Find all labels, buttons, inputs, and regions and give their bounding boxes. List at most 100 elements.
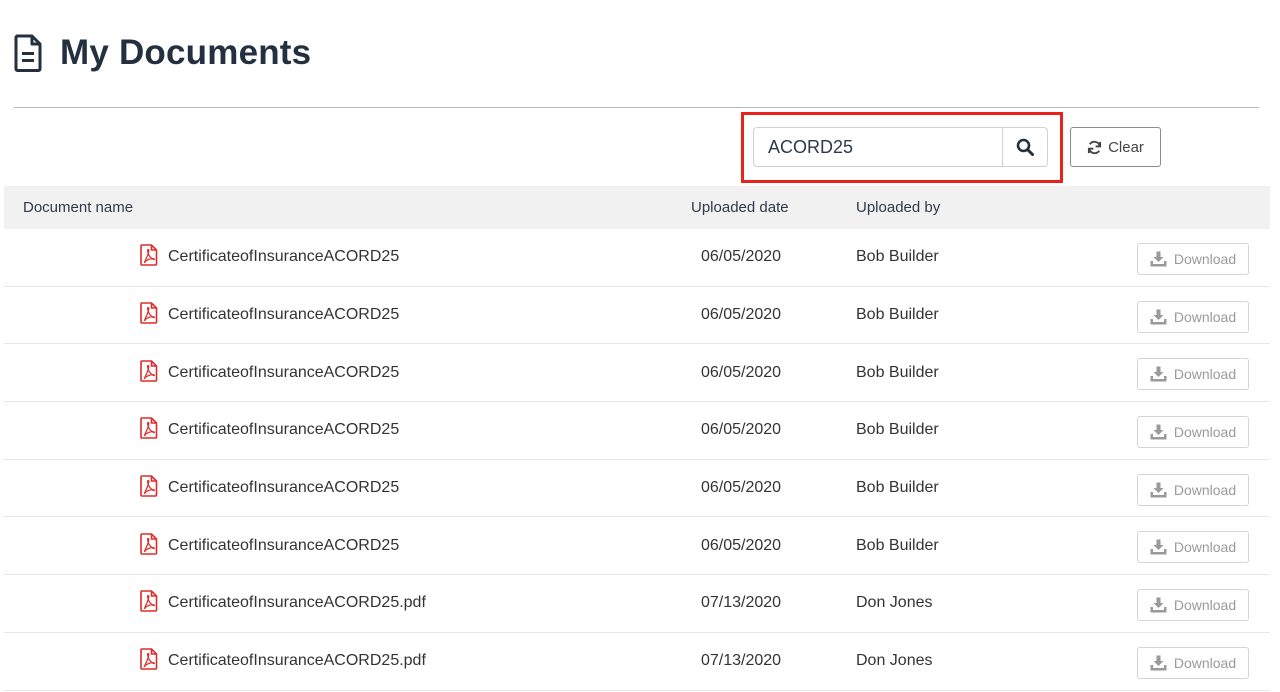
document-name-cell[interactable]: CertificateofInsuranceACORD25 [140, 460, 399, 517]
uploaded-by: Bob Builder [856, 363, 939, 381]
download-button[interactable]: Download [1137, 300, 1249, 333]
page-title: My Documents [60, 33, 312, 72]
uploaded-by: Bob Builder [856, 306, 939, 324]
download-button[interactable]: Download [1137, 589, 1249, 622]
download-icon [1150, 539, 1167, 555]
documents-table: Document name Uploaded date Uploaded by … [4, 186, 1270, 691]
document-name: CertificateofInsuranceACORD25 [168, 479, 400, 497]
uploaded-date: 06/05/2020 [701, 306, 782, 324]
document-name-cell[interactable]: CertificateofInsuranceACORD25 [140, 344, 399, 401]
clear-button-label: Clear [1108, 138, 1144, 156]
download-button-label: Download [1173, 539, 1237, 556]
document-name: CertificateofInsuranceACORD25 [168, 536, 400, 554]
document-name: CertificateofInsuranceACORD25.pdf [168, 594, 426, 612]
uploaded-by: Bob Builder [856, 248, 939, 266]
download-icon [1150, 655, 1167, 671]
uploaded-date-cell: 07/13/2020 [701, 633, 781, 690]
uploaded-by-cell: Bob Builder [856, 229, 939, 286]
document-name-cell[interactable]: CertificateofInsuranceACORD25 [140, 229, 399, 286]
header-divider [14, 107, 1259, 108]
download-button[interactable]: Download [1137, 416, 1249, 449]
table-row: CertificateofInsuranceACORD25.pdf 07/13/… [4, 633, 1270, 691]
table-row: CertificateofInsuranceACORD25 06/05/2020… [4, 460, 1270, 518]
document-name: CertificateofInsuranceACORD25 [168, 248, 400, 266]
pdf-file-icon [140, 417, 158, 440]
download-icon [1150, 482, 1167, 498]
table-row: CertificateofInsuranceACORD25 06/05/2020… [4, 402, 1270, 460]
refresh-icon [1088, 140, 1102, 154]
download-button-label: Download [1173, 654, 1237, 671]
search-input[interactable] [754, 128, 1002, 166]
search-bar [753, 127, 1048, 167]
pdf-file-icon [140, 648, 158, 670]
uploaded-date: 06/05/2020 [701, 536, 782, 554]
uploaded-by-cell: Bob Builder [856, 344, 939, 401]
document-icon [14, 34, 42, 72]
pdf-file-icon [140, 244, 158, 267]
download-button-label: Download [1173, 251, 1237, 267]
download-icon [1150, 597, 1167, 613]
download-button-label: Download [1173, 308, 1237, 325]
download-button-label: Download [1173, 366, 1237, 383]
download-icon [1150, 309, 1167, 325]
document-name-cell[interactable]: CertificateofInsuranceACORD25.pdf [140, 633, 426, 690]
pdf-file-icon [140, 590, 158, 613]
download-button[interactable]: Download [1137, 531, 1249, 564]
table-row: CertificateofInsuranceACORD25 06/05/2020… [4, 229, 1270, 287]
table-body: CertificateofInsuranceACORD25 06/05/2020… [4, 229, 1270, 691]
pdf-file-icon [140, 302, 158, 324]
document-name-cell[interactable]: CertificateofInsuranceACORD25 [140, 402, 399, 459]
download-button[interactable]: Download [1137, 473, 1249, 506]
download-button[interactable]: Download [1137, 358, 1249, 391]
document-name-cell[interactable]: CertificateofInsuranceACORD25.pdf [140, 575, 426, 632]
download-button-label: Download [1173, 481, 1237, 498]
table-row: CertificateofInsuranceACORD25 06/05/2020… [4, 287, 1270, 345]
document-name: CertificateofInsuranceACORD25 [168, 306, 400, 324]
table-row: CertificateofInsuranceACORD25 06/05/2020… [4, 344, 1270, 403]
uploaded-date: 06/05/2020 [701, 421, 782, 439]
clear-button[interactable]: Clear [1070, 127, 1161, 167]
uploaded-by-cell: Bob Builder [856, 460, 939, 517]
uploaded-date: 06/05/2020 [701, 248, 782, 266]
pdf-file-icon [140, 532, 158, 555]
table-row: CertificateofInsuranceACORD25 06/05/2020… [4, 517, 1270, 576]
uploaded-date-cell: 06/05/2020 [701, 402, 781, 459]
uploaded-date-cell: 06/05/2020 [701, 460, 781, 517]
document-name-cell[interactable]: CertificateofInsuranceACORD25 [140, 517, 399, 574]
uploaded-by-cell: Bob Builder [856, 402, 939, 459]
uploaded-date: 06/05/2020 [701, 363, 782, 381]
search-button[interactable] [1002, 128, 1047, 166]
download-button[interactable]: Download [1137, 646, 1249, 679]
uploaded-by: Don Jones [856, 652, 933, 670]
uploaded-by-cell: Bob Builder [856, 287, 939, 344]
document-name: CertificateofInsuranceACORD25 [168, 421, 400, 439]
uploaded-by-cell: Bob Builder [856, 517, 939, 574]
uploaded-date-cell: 06/05/2020 [701, 287, 781, 344]
uploaded-date-cell: 06/05/2020 [701, 229, 781, 286]
table-row: CertificateofInsuranceACORD25.pdf 07/13/… [4, 575, 1270, 633]
search-icon [1016, 138, 1034, 156]
download-button[interactable]: Download [1137, 243, 1249, 275]
uploaded-by-cell: Don Jones [856, 575, 933, 632]
uploaded-by-cell: Don Jones [856, 633, 933, 690]
uploaded-by: Bob Builder [856, 479, 939, 497]
pdf-file-icon [140, 359, 158, 382]
document-name: CertificateofInsuranceACORD25.pdf [168, 652, 426, 670]
column-header-uploaded-by[interactable]: Uploaded by [856, 199, 940, 216]
uploaded-date: 07/13/2020 [701, 594, 782, 612]
column-header-uploaded-date[interactable]: Uploaded date [691, 199, 789, 216]
table-header: Document name Uploaded date Uploaded by [4, 186, 1270, 229]
download-button-label: Download [1173, 424, 1237, 441]
download-icon [1150, 424, 1167, 440]
uploaded-date-cell: 06/05/2020 [701, 344, 781, 401]
page-header: My Documents [14, 30, 311, 76]
download-icon [1150, 366, 1167, 382]
column-header-document-name[interactable]: Document name [23, 199, 133, 216]
download-icon [1150, 251, 1167, 267]
document-name-cell[interactable]: CertificateofInsuranceACORD25 [140, 287, 399, 344]
uploaded-by: Bob Builder [856, 536, 939, 554]
pdf-file-icon [140, 475, 158, 497]
download-button-label: Download [1173, 597, 1237, 614]
uploaded-by: Don Jones [856, 594, 933, 612]
document-name: CertificateofInsuranceACORD25 [168, 363, 400, 381]
